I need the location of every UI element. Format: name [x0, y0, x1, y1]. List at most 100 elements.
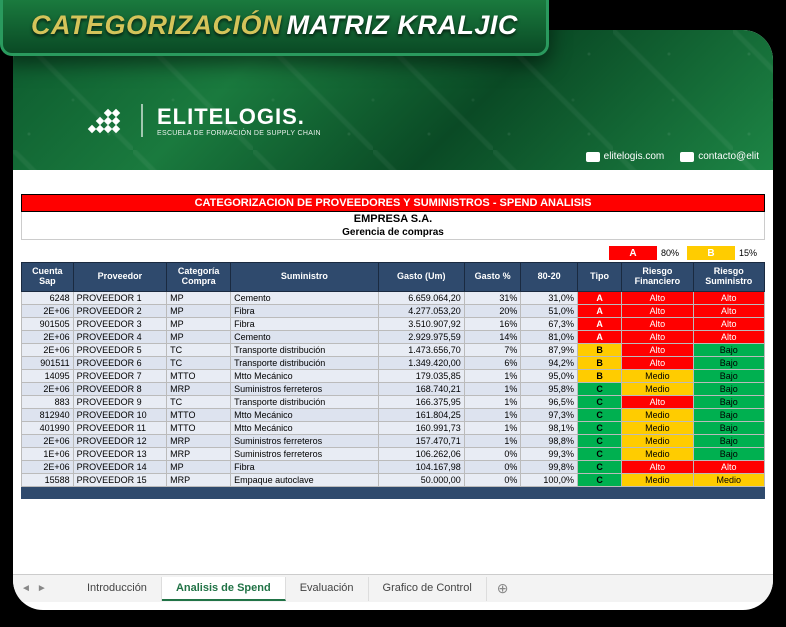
cell-proveedor[interactable]: PROVEEDOR 4 [73, 330, 166, 343]
table-row[interactable]: 2E+06PROVEEDOR 5TCTransporte distribució… [22, 343, 765, 356]
cell-cuenta[interactable]: 2E+06 [22, 434, 74, 447]
cell-8020[interactable]: 81,0% [521, 330, 578, 343]
col-header[interactable]: Riesgo Suministro [693, 263, 764, 292]
cell-cuenta[interactable]: 2E+06 [22, 343, 74, 356]
email-chip[interactable]: contacto@elit [680, 151, 759, 162]
cell-tipo[interactable]: C [577, 447, 621, 460]
cell-categoria[interactable]: MP [167, 330, 231, 343]
cell-proveedor[interactable]: PROVEEDOR 11 [73, 421, 166, 434]
cell-tipo[interactable]: A [577, 304, 621, 317]
cell-8020[interactable]: 95,0% [521, 369, 578, 382]
cell-categoria[interactable]: MTTO [167, 408, 231, 421]
cell-tipo[interactable]: C [577, 395, 621, 408]
cell-proveedor[interactable]: PROVEEDOR 5 [73, 343, 166, 356]
cell-proveedor[interactable]: PROVEEDOR 12 [73, 434, 166, 447]
col-header[interactable]: Suministro [231, 263, 379, 292]
cell-tipo[interactable]: C [577, 421, 621, 434]
cell-proveedor[interactable]: PROVEEDOR 15 [73, 473, 166, 486]
cell-riesgo-fin[interactable]: Alto [622, 304, 693, 317]
cell-gasto-pct[interactable]: 1% [464, 395, 521, 408]
cell-tipo[interactable]: A [577, 291, 621, 304]
cell-gasto[interactable]: 3.510.907,92 [378, 317, 464, 330]
cell-suministro[interactable]: Transporte distribución [231, 356, 379, 369]
cell-cuenta[interactable]: 901511 [22, 356, 74, 369]
cell-gasto[interactable]: 161.804,25 [378, 408, 464, 421]
cell-gasto-pct[interactable]: 1% [464, 421, 521, 434]
cell-8020[interactable]: 99,3% [521, 447, 578, 460]
cell-cuenta[interactable]: 2E+06 [22, 330, 74, 343]
cell-suministro[interactable]: Mtto Mecánico [231, 408, 379, 421]
cell-categoria[interactable]: MTTO [167, 369, 231, 382]
cell-8020[interactable]: 95,8% [521, 382, 578, 395]
cell-proveedor[interactable]: PROVEEDOR 10 [73, 408, 166, 421]
cell-riesgo-sum[interactable]: Alto [693, 460, 764, 473]
cell-tipo[interactable]: C [577, 460, 621, 473]
cell-riesgo-sum[interactable]: Bajo [693, 369, 764, 382]
cell-proveedor[interactable]: PROVEEDOR 3 [73, 317, 166, 330]
cell-categoria[interactable]: MP [167, 317, 231, 330]
sheet-tab[interactable]: Evaluación [286, 577, 369, 601]
cell-riesgo-sum[interactable]: Bajo [693, 343, 764, 356]
cell-gasto-pct[interactable]: 16% [464, 317, 521, 330]
cell-gasto-pct[interactable]: 20% [464, 304, 521, 317]
cell-riesgo-fin[interactable]: Alto [622, 343, 693, 356]
cell-gasto[interactable]: 106.262,06 [378, 447, 464, 460]
cell-8020[interactable]: 98,1% [521, 421, 578, 434]
col-header[interactable]: Gasto (Um) [378, 263, 464, 292]
cell-cuenta[interactable]: 883 [22, 395, 74, 408]
cell-riesgo-fin[interactable]: Alto [622, 330, 693, 343]
table-row[interactable]: 1E+06PROVEEDOR 13MRPSuministros ferreter… [22, 447, 765, 460]
cell-riesgo-fin[interactable]: Medio [622, 408, 693, 421]
cell-riesgo-fin[interactable]: Medio [622, 473, 693, 486]
table-row[interactable]: 883PROVEEDOR 9TCTransporte distribución1… [22, 395, 765, 408]
cell-categoria[interactable]: MP [167, 460, 231, 473]
cell-cuenta[interactable]: 2E+06 [22, 304, 74, 317]
cell-riesgo-sum[interactable]: Bajo [693, 356, 764, 369]
col-header[interactable]: 80-20 [521, 263, 578, 292]
col-header[interactable]: Gasto % [464, 263, 521, 292]
cell-categoria[interactable]: TC [167, 356, 231, 369]
table-row[interactable]: 812940PROVEEDOR 10MTTOMtto Mecánico161.8… [22, 408, 765, 421]
cell-gasto-pct[interactable]: 31% [464, 291, 521, 304]
cell-gasto[interactable]: 1.349.420,00 [378, 356, 464, 369]
cell-tipo[interactable]: B [577, 356, 621, 369]
cell-cuenta[interactable]: 401990 [22, 421, 74, 434]
cell-cuenta[interactable]: 15588 [22, 473, 74, 486]
cell-riesgo-fin[interactable]: Medio [622, 434, 693, 447]
cell-proveedor[interactable]: PROVEEDOR 14 [73, 460, 166, 473]
sheet-tab[interactable]: Grafico de Control [369, 577, 487, 601]
cell-gasto-pct[interactable]: 1% [464, 408, 521, 421]
cell-proveedor[interactable]: PROVEEDOR 8 [73, 382, 166, 395]
cell-8020[interactable]: 51,0% [521, 304, 578, 317]
cell-8020[interactable]: 87,9% [521, 343, 578, 356]
col-header[interactable]: Tipo [577, 263, 621, 292]
cell-tipo[interactable]: C [577, 382, 621, 395]
cell-riesgo-sum[interactable]: Bajo [693, 395, 764, 408]
cell-cuenta[interactable]: 1E+06 [22, 447, 74, 460]
tab-nav-arrows[interactable]: ◄ ► [21, 583, 47, 594]
cell-riesgo-sum[interactable]: Bajo [693, 447, 764, 460]
cell-suministro[interactable]: Fibra [231, 317, 379, 330]
cell-proveedor[interactable]: PROVEEDOR 13 [73, 447, 166, 460]
cell-proveedor[interactable]: PROVEEDOR 6 [73, 356, 166, 369]
cell-proveedor[interactable]: PROVEEDOR 2 [73, 304, 166, 317]
cell-8020[interactable]: 96,5% [521, 395, 578, 408]
table-row[interactable]: 2E+06PROVEEDOR 2MPFibra4.277.053,2020%51… [22, 304, 765, 317]
cell-suministro[interactable]: Fibra [231, 460, 379, 473]
cell-tipo[interactable]: C [577, 434, 621, 447]
cell-suministro[interactable]: Transporte distribución [231, 343, 379, 356]
cell-suministro[interactable]: Empaque autoclave [231, 473, 379, 486]
cell-tipo[interactable]: C [577, 473, 621, 486]
table-row[interactable]: 901511PROVEEDOR 6TCTransporte distribuci… [22, 356, 765, 369]
cell-riesgo-fin[interactable]: Alto [622, 317, 693, 330]
cell-gasto-pct[interactable]: 14% [464, 330, 521, 343]
col-header[interactable]: Cuenta Sap [22, 263, 74, 292]
cell-riesgo-sum[interactable]: Alto [693, 330, 764, 343]
cell-gasto-pct[interactable]: 0% [464, 447, 521, 460]
table-row[interactable]: 15588PROVEEDOR 15MRPEmpaque autoclave50.… [22, 473, 765, 486]
cell-riesgo-sum[interactable]: Medio [693, 473, 764, 486]
cell-proveedor[interactable]: PROVEEDOR 7 [73, 369, 166, 382]
data-table[interactable]: Cuenta SapProveedorCategoría CompraSumin… [21, 262, 765, 487]
cell-gasto[interactable]: 2.929.975,59 [378, 330, 464, 343]
add-sheet-button[interactable]: ⊕ [487, 576, 519, 601]
